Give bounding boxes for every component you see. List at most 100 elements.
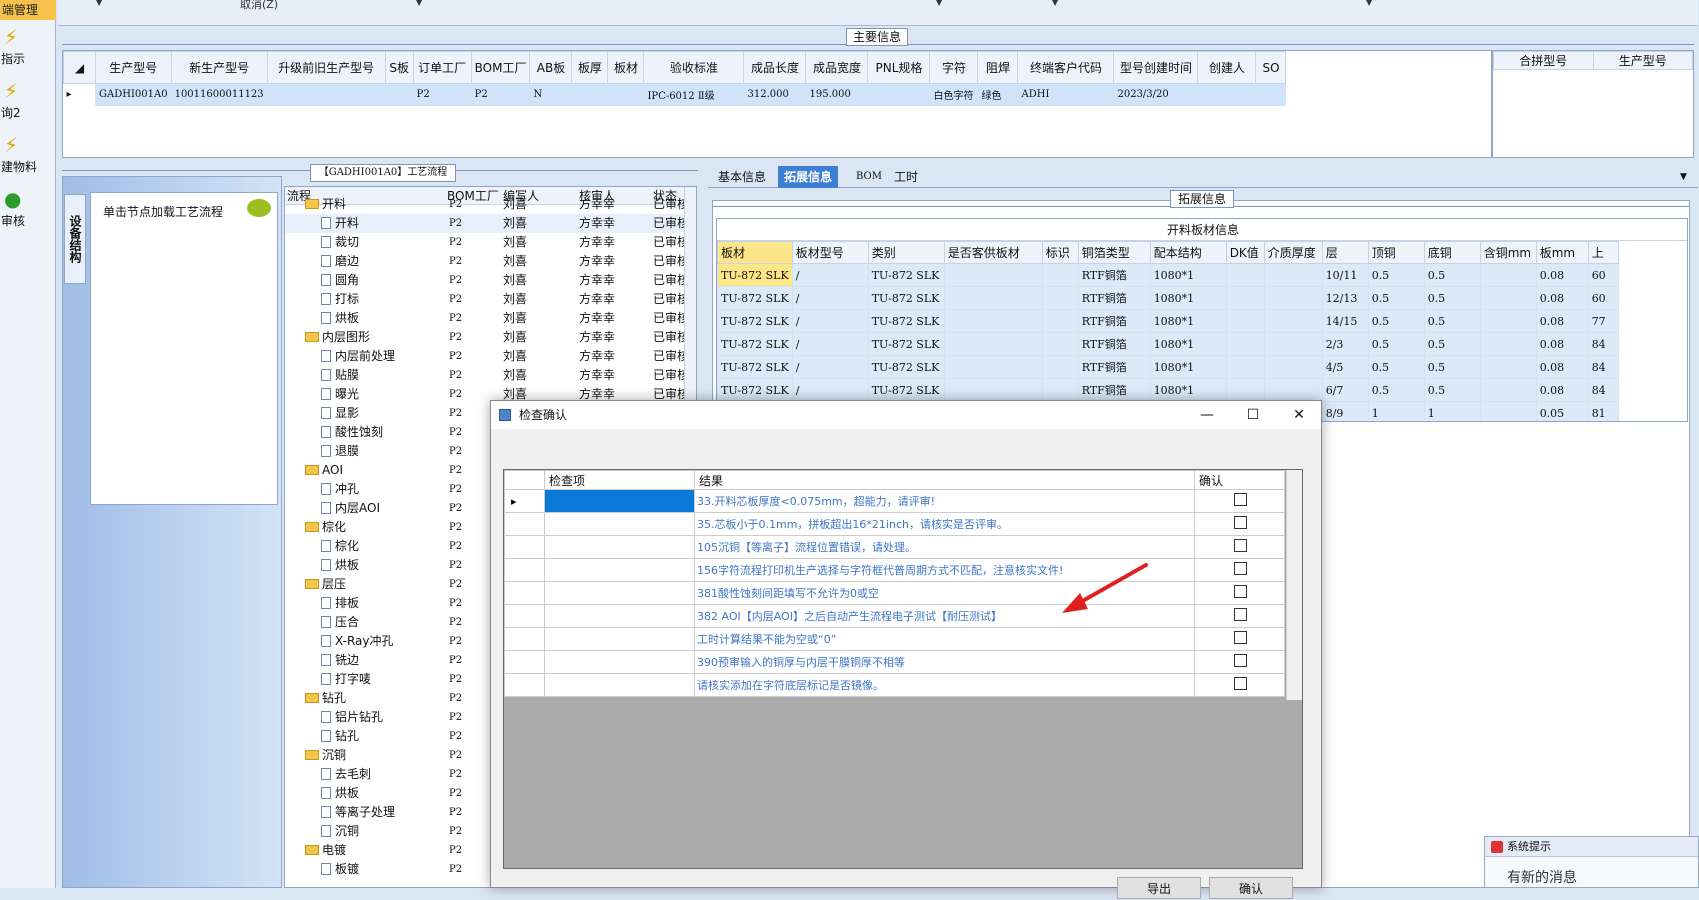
table-cell[interactable] <box>1263 309 1323 333</box>
col-header[interactable]: 顶铜 <box>1367 241 1425 264</box>
table-cell[interactable] <box>1041 332 1079 356</box>
tree-node[interactable]: 开料 P2 刘喜 方幸幸 已审核 <box>285 214 689 233</box>
check-grid-scrollbar[interactable] <box>1286 470 1302 700</box>
table-cell[interactable]: 1080*1 <box>1149 332 1227 356</box>
row-selector[interactable] <box>504 673 545 697</box>
table-cell[interactable]: 10011600011123 <box>171 83 268 106</box>
maximize-icon[interactable]: ☐ <box>1231 401 1275 429</box>
table-cell[interactable]: 0.5 <box>1367 309 1425 333</box>
table-cell[interactable]: TU-872 SLK <box>867 309 945 333</box>
check-item-cell[interactable] <box>544 581 695 605</box>
tree-node[interactable]: 打标 P2 刘喜 方幸幸 已审核 <box>285 290 689 309</box>
nav-item-1[interactable]: ⚡ 指示 <box>0 24 56 78</box>
table-cell[interactable] <box>1263 332 1323 356</box>
check-item-cell[interactable] <box>544 512 695 536</box>
table-cell[interactable]: 0.5 <box>1367 332 1425 356</box>
table-cell[interactable]: 312.000 <box>743 83 807 106</box>
table-cell[interactable]: 绿色 <box>977 83 1019 106</box>
col-header[interactable]: 型号创建时间 <box>1113 51 1199 84</box>
tree-node[interactable]: 贴膜 P2 刘喜 方幸幸 已审核 <box>285 366 689 385</box>
table-cell[interactable]: 1 <box>1423 401 1481 421</box>
table-cell[interactable]: / <box>791 332 869 356</box>
table-cell[interactable] <box>1479 309 1537 333</box>
col-header[interactable]: 标识 <box>1041 241 1079 264</box>
col-header[interactable]: 终端客户代码 <box>1017 51 1115 84</box>
col-header[interactable]: 板厚 <box>571 51 609 84</box>
col-header[interactable]: 板mm <box>1535 241 1589 264</box>
table-cell[interactable]: 1080*1 <box>1149 263 1227 287</box>
check-row[interactable]: 156字符流程打印机生产选择与字符框代普周期方式不匹配，注意核实文件! <box>504 558 1285 582</box>
table-cell[interactable]: 0.5 <box>1423 355 1481 379</box>
confirm-checkbox[interactable] <box>1234 562 1247 575</box>
table-cell[interactable] <box>607 83 645 106</box>
table-cell[interactable]: TU-872 SLK <box>717 378 793 402</box>
col-header[interactable]: S板 <box>384 51 414 84</box>
tab-extended-info[interactable]: 拓展信息 <box>778 166 839 188</box>
table-cell[interactable]: 0.05 <box>1535 401 1589 421</box>
col-header[interactable]: 板材 <box>607 51 645 84</box>
table-cell[interactable] <box>1225 263 1265 287</box>
col-header[interactable]: 介质厚度 <box>1263 241 1323 264</box>
table-cell[interactable] <box>943 355 1043 379</box>
table-cell[interactable] <box>1263 286 1323 310</box>
check-item-cell[interactable] <box>544 673 695 697</box>
cancel-button[interactable]: 取消(Z) <box>240 0 278 10</box>
col-header[interactable]: 验收标准 <box>643 51 745 84</box>
table-cell[interactable] <box>943 378 1043 402</box>
col-header[interactable]: 板材 <box>717 241 793 264</box>
col-header[interactable]: 配本结构 <box>1149 241 1227 264</box>
nav-section-title[interactable]: 端管理 <box>0 0 56 20</box>
check-result-cell[interactable]: 请核实添加在字符底层标记是否镜像。 <box>694 673 1195 697</box>
table-cell[interactable]: / <box>791 355 869 379</box>
table-row[interactable]: TU-872 SLK / TU-872 SLK RTF铜箔 1080*1 12/13 0.5… <box>717 286 1619 310</box>
table-cell[interactable] <box>1225 378 1265 402</box>
table-cell[interactable] <box>267 83 386 106</box>
table-cell[interactable]: 195.000 <box>805 83 869 106</box>
check-result-cell[interactable]: 33.开料芯板厚度<0.075mm，超能力，请评审! <box>694 489 1195 513</box>
col-header[interactable]: 合拼型号 <box>1493 51 1594 70</box>
table-cell[interactable]: TU-872 SLK <box>717 286 793 310</box>
table-cell[interactable]: 12/13 <box>1321 286 1369 310</box>
dropdown-arrow-icon[interactable]: ▼ <box>1052 0 1058 7</box>
table-cell[interactable]: 1 <box>1367 401 1425 421</box>
table-cell[interactable]: 60 <box>1587 286 1619 310</box>
table-cell[interactable]: 1080*1 <box>1149 378 1227 402</box>
table-cell[interactable] <box>1225 332 1265 356</box>
table-cell[interactable]: N <box>529 83 573 106</box>
col-header[interactable]: 字符 <box>929 51 979 84</box>
table-cell[interactable]: 0.5 <box>1423 332 1481 356</box>
confirm-checkbox[interactable] <box>1234 608 1247 621</box>
row-selector-icon[interactable]: ▸ <box>504 489 545 513</box>
tab-work-hours[interactable]: 工时 <box>888 166 924 188</box>
table-row[interactable]: TU-872 SLK / TU-872 SLK RTF铜箔 1080*1 10/11 0.5… <box>717 263 1619 287</box>
tree-node[interactable]: 内层前处理 P2 刘喜 方幸幸 已审核 <box>285 347 689 366</box>
check-row[interactable]: 请核实添加在字符底层标记是否镜像。 <box>504 673 1285 697</box>
table-cell[interactable] <box>1041 378 1079 402</box>
col-header[interactable]: 创建人 <box>1197 51 1257 84</box>
col-header[interactable]: 是否客供板材 <box>943 241 1043 264</box>
table-cell[interactable]: 14/15 <box>1321 309 1369 333</box>
col-header[interactable]: AB板 <box>529 51 573 84</box>
col-header[interactable]: DK值 <box>1225 241 1265 264</box>
col-header[interactable]: 成品长度 <box>743 51 807 84</box>
table-cell[interactable] <box>1263 355 1323 379</box>
table-cell[interactable]: TU-872 SLK <box>717 332 793 356</box>
table-cell[interactable]: RTF铜箔 <box>1077 263 1151 287</box>
col-header[interactable]: 新生产型号 <box>170 51 268 84</box>
table-cell[interactable]: TU-872 SLK <box>867 332 945 356</box>
table-cell[interactable] <box>943 263 1043 287</box>
table-cell[interactable] <box>571 83 609 106</box>
col-header[interactable]: BOM工厂 <box>470 51 531 84</box>
table-cell[interactable]: 4/5 <box>1321 355 1369 379</box>
table-cell[interactable]: GADHI001A0 <box>95 83 172 106</box>
table-cell[interactable]: TU-872 SLK <box>867 355 945 379</box>
table-cell[interactable] <box>1263 263 1323 287</box>
tree-node[interactable]: 内层图形 P2 刘喜 方幸幸 已审核 <box>285 328 689 347</box>
table-cell[interactable]: 60 <box>1587 263 1619 287</box>
check-item-cell[interactable] <box>544 535 695 559</box>
table-row[interactable]: TU-872 SLK / TU-872 SLK RTF铜箔 1080*1 6/7 0.5 0.… <box>717 378 1619 402</box>
table-cell[interactable] <box>1263 378 1323 402</box>
confirm-checkbox[interactable] <box>1234 585 1247 598</box>
tree-node[interactable]: 磨边 P2 刘喜 方幸幸 已审核 <box>285 252 689 271</box>
check-row[interactable]: 35.芯板小于0.1mm，拼板超出16*21inch，请核实是否评审。 <box>504 512 1285 536</box>
